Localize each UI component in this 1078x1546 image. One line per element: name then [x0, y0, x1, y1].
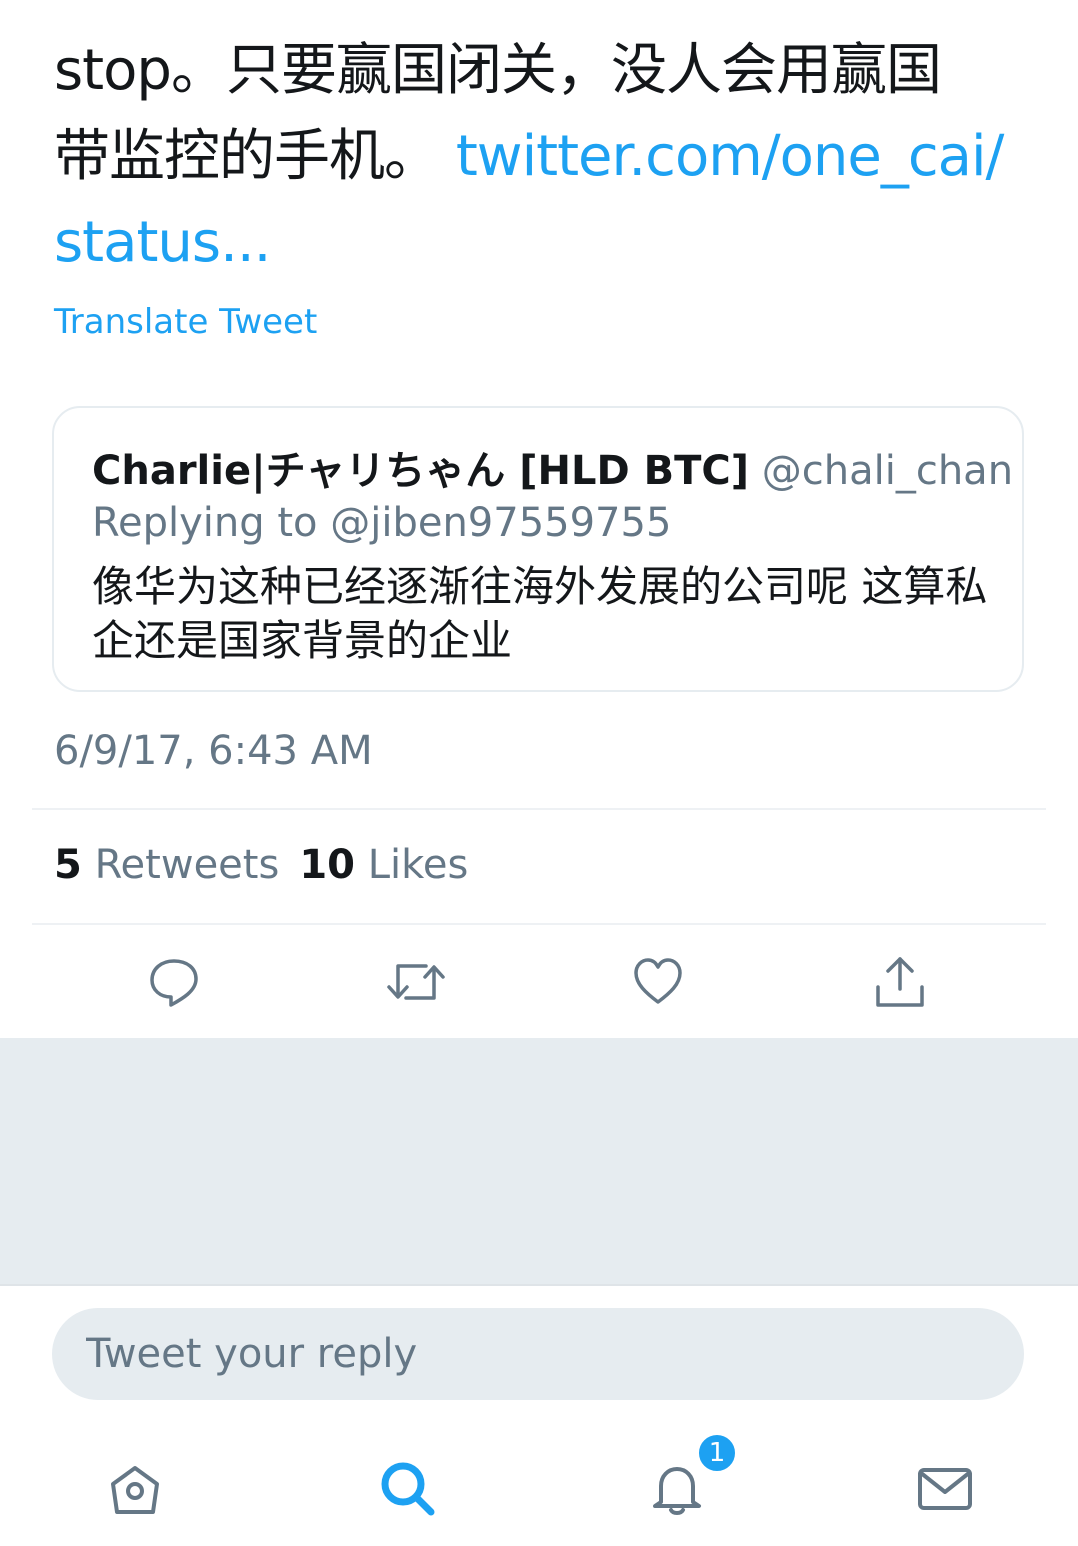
reply-icon — [150, 959, 198, 1007]
messages-icon — [918, 1468, 972, 1510]
likes-stat[interactable]: 10 Likes — [299, 842, 468, 888]
nav-messages[interactable] — [913, 1456, 977, 1520]
tweet-link-part-2[interactable]: status... — [54, 210, 271, 275]
like-icon — [634, 958, 682, 1004]
notifications-icon — [653, 1467, 701, 1515]
divider — [32, 923, 1046, 925]
share-button[interactable] — [868, 950, 932, 1014]
tweet-stats: 5 Retweets 10 Likes — [54, 842, 468, 888]
nav-home[interactable] — [103, 1456, 167, 1520]
tweet-text-line-1: stop。只要赢国闭关，没人会用赢国 — [54, 38, 942, 103]
retweets-stat[interactable]: 5 Retweets — [54, 842, 279, 888]
likes-count: 10 — [299, 842, 355, 888]
translate-tweet-link[interactable]: Translate Tweet — [54, 302, 317, 342]
retweets-count: 5 — [54, 842, 82, 888]
quoted-tweet-replying-to: Replying to @jiben97559755 — [92, 500, 672, 546]
divider — [32, 808, 1046, 810]
home-icon — [111, 1466, 159, 1514]
retweet-icon — [387, 964, 445, 1000]
notification-badge: 1 — [696, 1432, 738, 1474]
quoted-tweet-text: 像华为这种已经逐渐往海外发展的公司呢 这算私企还是国家背景的企业 — [92, 562, 988, 665]
quoted-tweet-author-name: Charlie|チャリちゃん [HLD BTC] — [92, 448, 750, 494]
likes-label: Likes — [367, 842, 469, 888]
retweet-button[interactable] — [384, 950, 448, 1014]
reply-button[interactable] — [142, 950, 206, 1014]
quoted-tweet-header: Charlie|チャリちゃん [HLD BTC] @chali_chan — [92, 438, 1013, 496]
share-icon — [876, 957, 924, 1007]
bottom-bar: 1 — [0, 1284, 1078, 1546]
empty-replies-area — [0, 1038, 1078, 1284]
retweets-label: Retweets — [94, 842, 280, 888]
quoted-tweet-card[interactable]: Charlie|チャリちゃん [HLD BTC] @chali_chan Rep… — [52, 406, 1024, 692]
like-button[interactable] — [626, 950, 690, 1014]
reply-input[interactable] — [52, 1308, 1024, 1400]
search-icon — [381, 1462, 435, 1516]
tweet-timestamp: 6/9/17, 6:43 AM — [54, 728, 373, 774]
quoted-tweet-author-handle: @chali_chan — [761, 448, 1014, 494]
tweet-link-part-1[interactable]: twitter.com/one_cai/ — [456, 124, 1005, 189]
tweet-text-line-2: 带监控的手机。 — [54, 124, 456, 189]
nav-search[interactable] — [375, 1456, 439, 1520]
tweet-text: stop。只要赢国闭关，没人会用赢国 带监控的手机。 twitter.com/o… — [54, 28, 1044, 286]
